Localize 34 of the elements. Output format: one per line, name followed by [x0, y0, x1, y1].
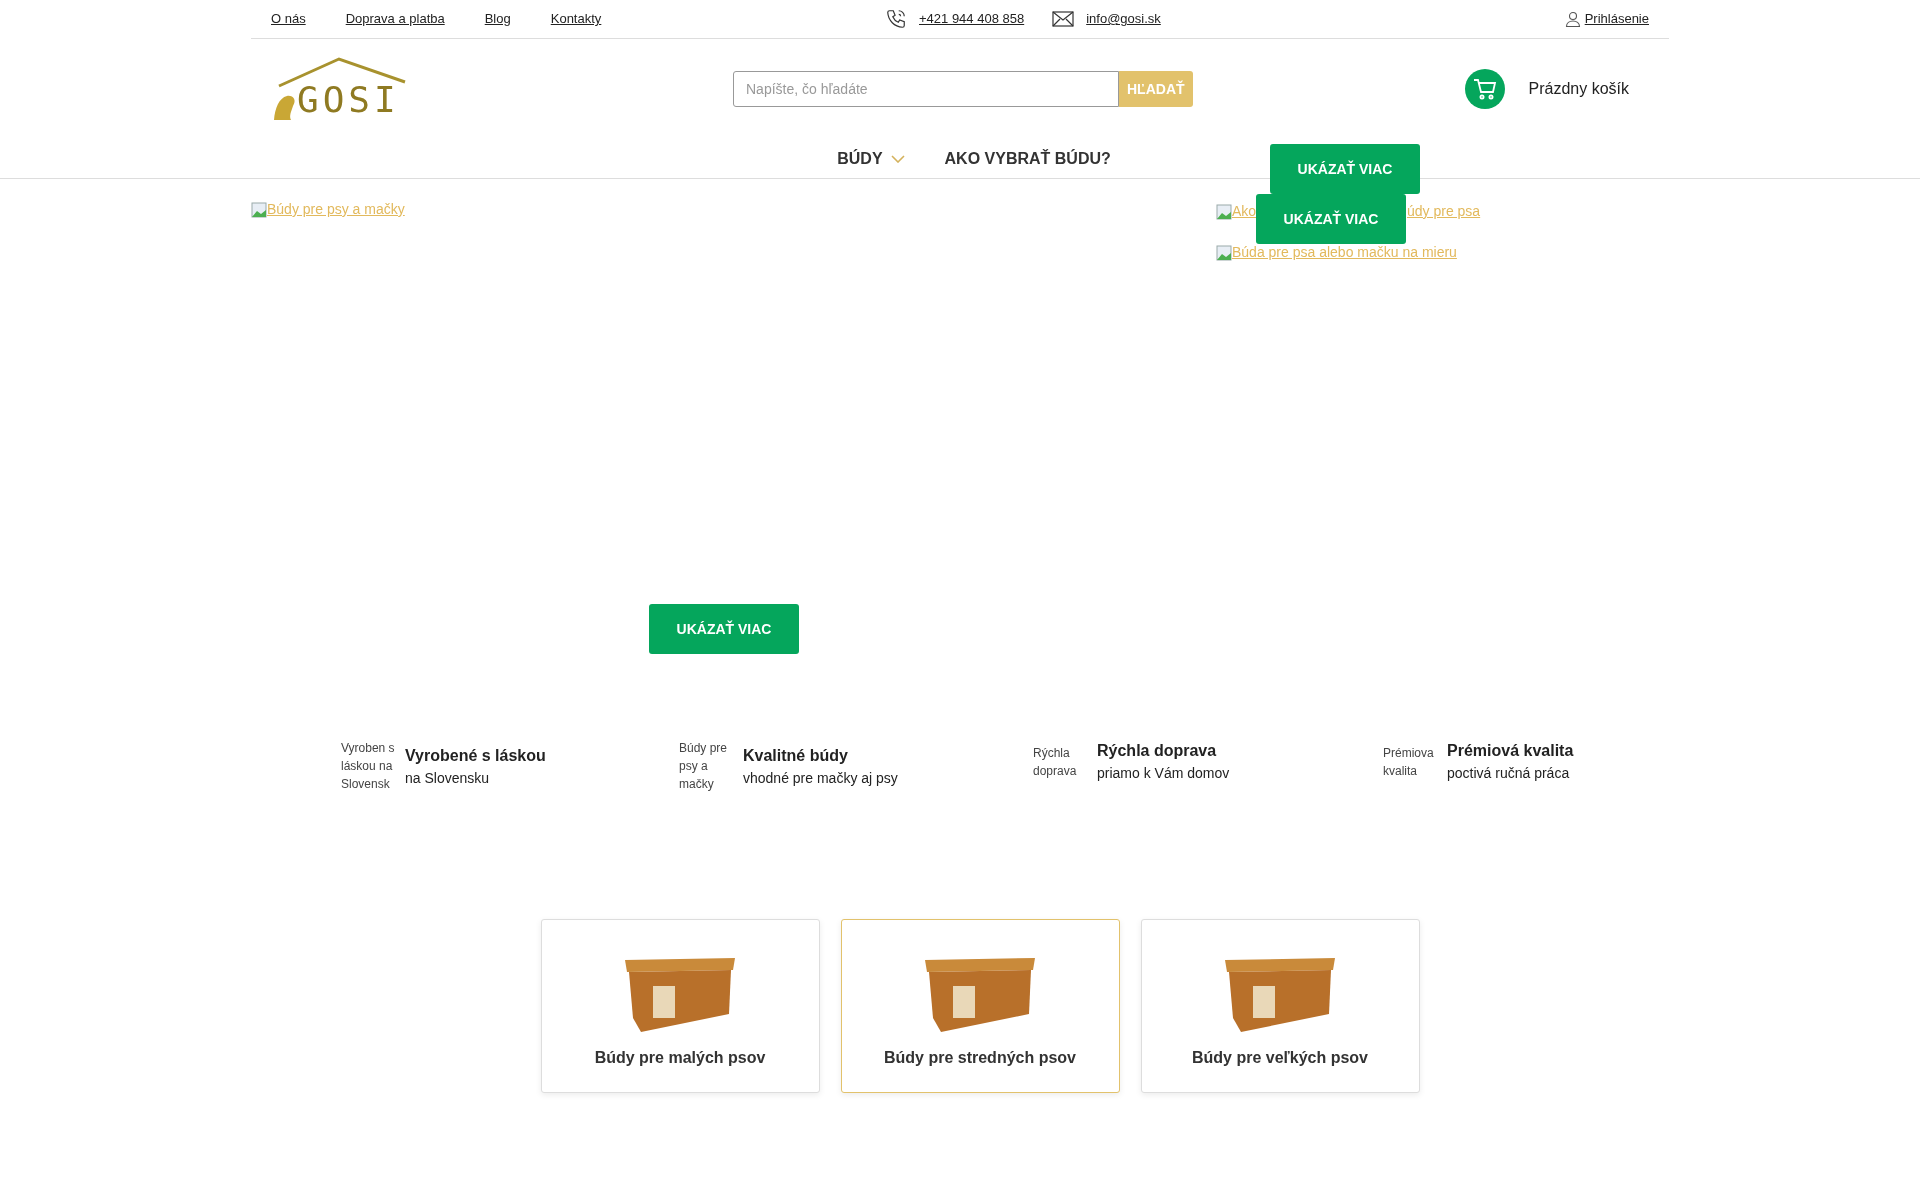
top-link[interactable]: Kontakty	[550, 9, 602, 29]
login-link[interactable]: Prihlásenie	[1584, 9, 1649, 29]
feature-title: Vyrobené s láskou	[405, 745, 546, 766]
feature-subtitle: priamo k Vám domov	[1097, 764, 1230, 783]
nav-link[interactable]: BÚDY	[837, 146, 905, 171]
logo[interactable]: GOSI	[271, 56, 407, 122]
feature-image-alt: Rýchla doprava	[1033, 744, 1078, 780]
broken-image-icon	[251, 201, 267, 218]
broken-image-icon	[1216, 203, 1232, 220]
feature-image-alt: Búdy pre psy a mačky	[679, 740, 729, 793]
email-link[interactable]: info@gosi.sk	[1086, 9, 1161, 29]
category-card[interactable]: Búdy pre stredných psov	[840, 919, 1120, 1093]
phone-icon	[885, 8, 907, 30]
top-link[interactable]: Blog	[484, 9, 511, 29]
user-icon	[1564, 11, 1581, 27]
category-card[interactable]: Búdy pre veľkých psov	[1140, 919, 1420, 1093]
feature-subtitle: vhodné pre mačky aj psy	[743, 768, 898, 788]
cart-icon[interactable]	[1464, 69, 1505, 109]
phone-link[interactable]: +421 944 408 858	[919, 9, 1025, 29]
feature-subtitle: poctivá ručná práca	[1447, 764, 1571, 783]
feature-title: Prémiová kvalita	[1447, 741, 1574, 761]
feature-title: Kvalitné búdy	[743, 745, 849, 766]
feature-title: Rýchla doprava	[1097, 741, 1218, 761]
feature-image-alt: Prémiova kvalita	[1383, 744, 1435, 780]
mail-icon	[1052, 11, 1075, 27]
feature-image-alt: Vyroben s láskou na Slovensk	[341, 740, 396, 793]
top-link[interactable]: Doprava a platba	[345, 9, 445, 29]
nav-link[interactable]: AKO VYBRAŤ BÚDU?	[944, 146, 1111, 171]
category-card[interactable]: Búdy pre malých psov	[540, 919, 820, 1093]
search-field[interactable]: Napíšte, čo hľadáte	[733, 71, 1119, 107]
top-link[interactable]: O nás	[271, 9, 306, 29]
broken-image-icon	[1216, 244, 1232, 261]
feature-subtitle: na Slovensku	[405, 768, 491, 788]
cart-label[interactable]: Prázdny košík	[1528, 77, 1629, 101]
